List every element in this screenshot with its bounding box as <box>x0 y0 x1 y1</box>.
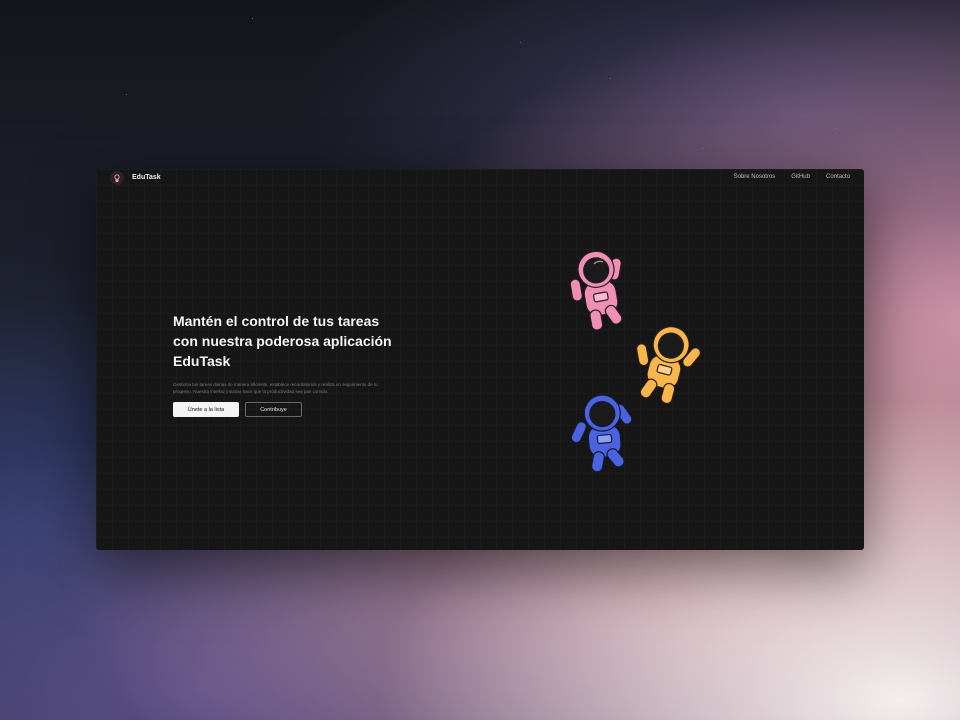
hero-title-line: EduTask <box>173 353 231 369</box>
nav-links: Sobre Nosotros GitHub Contacto <box>734 174 850 180</box>
hero-section: Mantén el control de tus tareas con nues… <box>173 311 413 417</box>
hero-title-line: con nuestra poderosa aplicación <box>173 333 392 349</box>
hero-subtitle-line: Gestiona tus tareas diarias de manera ef… <box>173 382 378 387</box>
blue-astronaut-icon <box>570 394 633 473</box>
hero-subtitle: Gestiona tus tareas diarias de manera ef… <box>173 381 403 395</box>
nav-link-about[interactable]: Sobre Nosotros <box>734 174 776 180</box>
hero-subtitle-line: progreso. Nuestra interfaz intuitiva hac… <box>173 389 329 394</box>
join-waitlist-button[interactable]: Únete a la lista <box>173 402 239 417</box>
hero-title: Mantén el control de tus tareas con nues… <box>173 311 413 371</box>
brand-name[interactable]: EduTask <box>132 174 161 181</box>
hero-actions: Únete a la lista Contribuye <box>173 402 413 417</box>
hero-title-line: Mantén el control de tus tareas <box>173 313 380 329</box>
pink-astronaut-icon <box>569 250 623 331</box>
browser-window: EduTask Sobre Nosotros GitHub Contacto M… <box>96 169 864 550</box>
astronaut-logo-icon[interactable] <box>110 171 124 185</box>
navbar: EduTask Sobre Nosotros GitHub Contacto <box>96 169 864 189</box>
nav-link-github[interactable]: GitHub <box>791 174 810 180</box>
contribute-button[interactable]: Contribuye <box>245 402 302 417</box>
nav-link-contact[interactable]: Contacto <box>826 174 850 180</box>
